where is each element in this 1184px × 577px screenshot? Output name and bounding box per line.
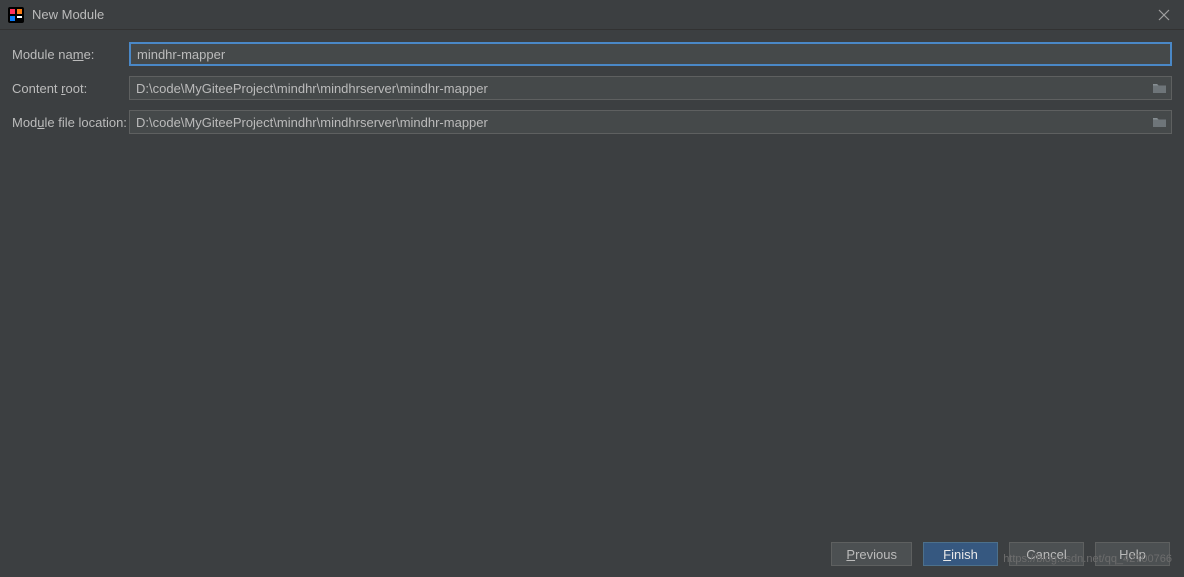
- module-file-location-row: Module file location:: [12, 110, 1172, 134]
- input-wrapper: [129, 110, 1172, 134]
- module-name-label: Module name:: [12, 47, 129, 62]
- help-button[interactable]: Help: [1095, 542, 1170, 566]
- label-text: Module na: [12, 47, 73, 62]
- button-text: inish: [951, 547, 978, 562]
- folder-icon[interactable]: [1151, 81, 1167, 95]
- titlebar: New Module: [0, 0, 1184, 30]
- label-text: Content: [12, 81, 61, 96]
- app-icon: [8, 7, 24, 23]
- label-mnemonic: m: [73, 47, 84, 62]
- previous-button[interactable]: Previous: [831, 542, 912, 566]
- dialog-title: New Module: [32, 7, 1152, 22]
- module-name-input[interactable]: [129, 42, 1172, 66]
- module-name-row: Module name:: [12, 42, 1172, 66]
- cancel-button[interactable]: Cancel: [1009, 542, 1084, 566]
- form-content: Module name: Content root: Module file l…: [0, 30, 1184, 156]
- content-root-row: Content root:: [12, 76, 1172, 100]
- close-button[interactable]: [1152, 3, 1176, 27]
- button-mnemonic: F: [943, 547, 951, 562]
- button-text: revious: [855, 547, 897, 562]
- finish-button[interactable]: Finish: [923, 542, 998, 566]
- label-mnemonic: u: [37, 115, 44, 130]
- button-bar: Previous Finish Cancel Help: [831, 542, 1170, 566]
- content-root-input[interactable]: [129, 76, 1172, 100]
- label-text: le file location:: [45, 115, 127, 130]
- input-wrapper: [129, 76, 1172, 100]
- folder-icon[interactable]: [1151, 115, 1167, 129]
- module-file-location-input[interactable]: [129, 110, 1172, 134]
- button-mnemonic: P: [846, 547, 855, 562]
- module-file-location-label: Module file location:: [12, 115, 129, 130]
- label-text: Mod: [12, 115, 37, 130]
- content-root-label: Content root:: [12, 81, 129, 96]
- label-text: oot:: [66, 81, 88, 96]
- label-text: e:: [84, 47, 95, 62]
- input-wrapper: [129, 42, 1172, 66]
